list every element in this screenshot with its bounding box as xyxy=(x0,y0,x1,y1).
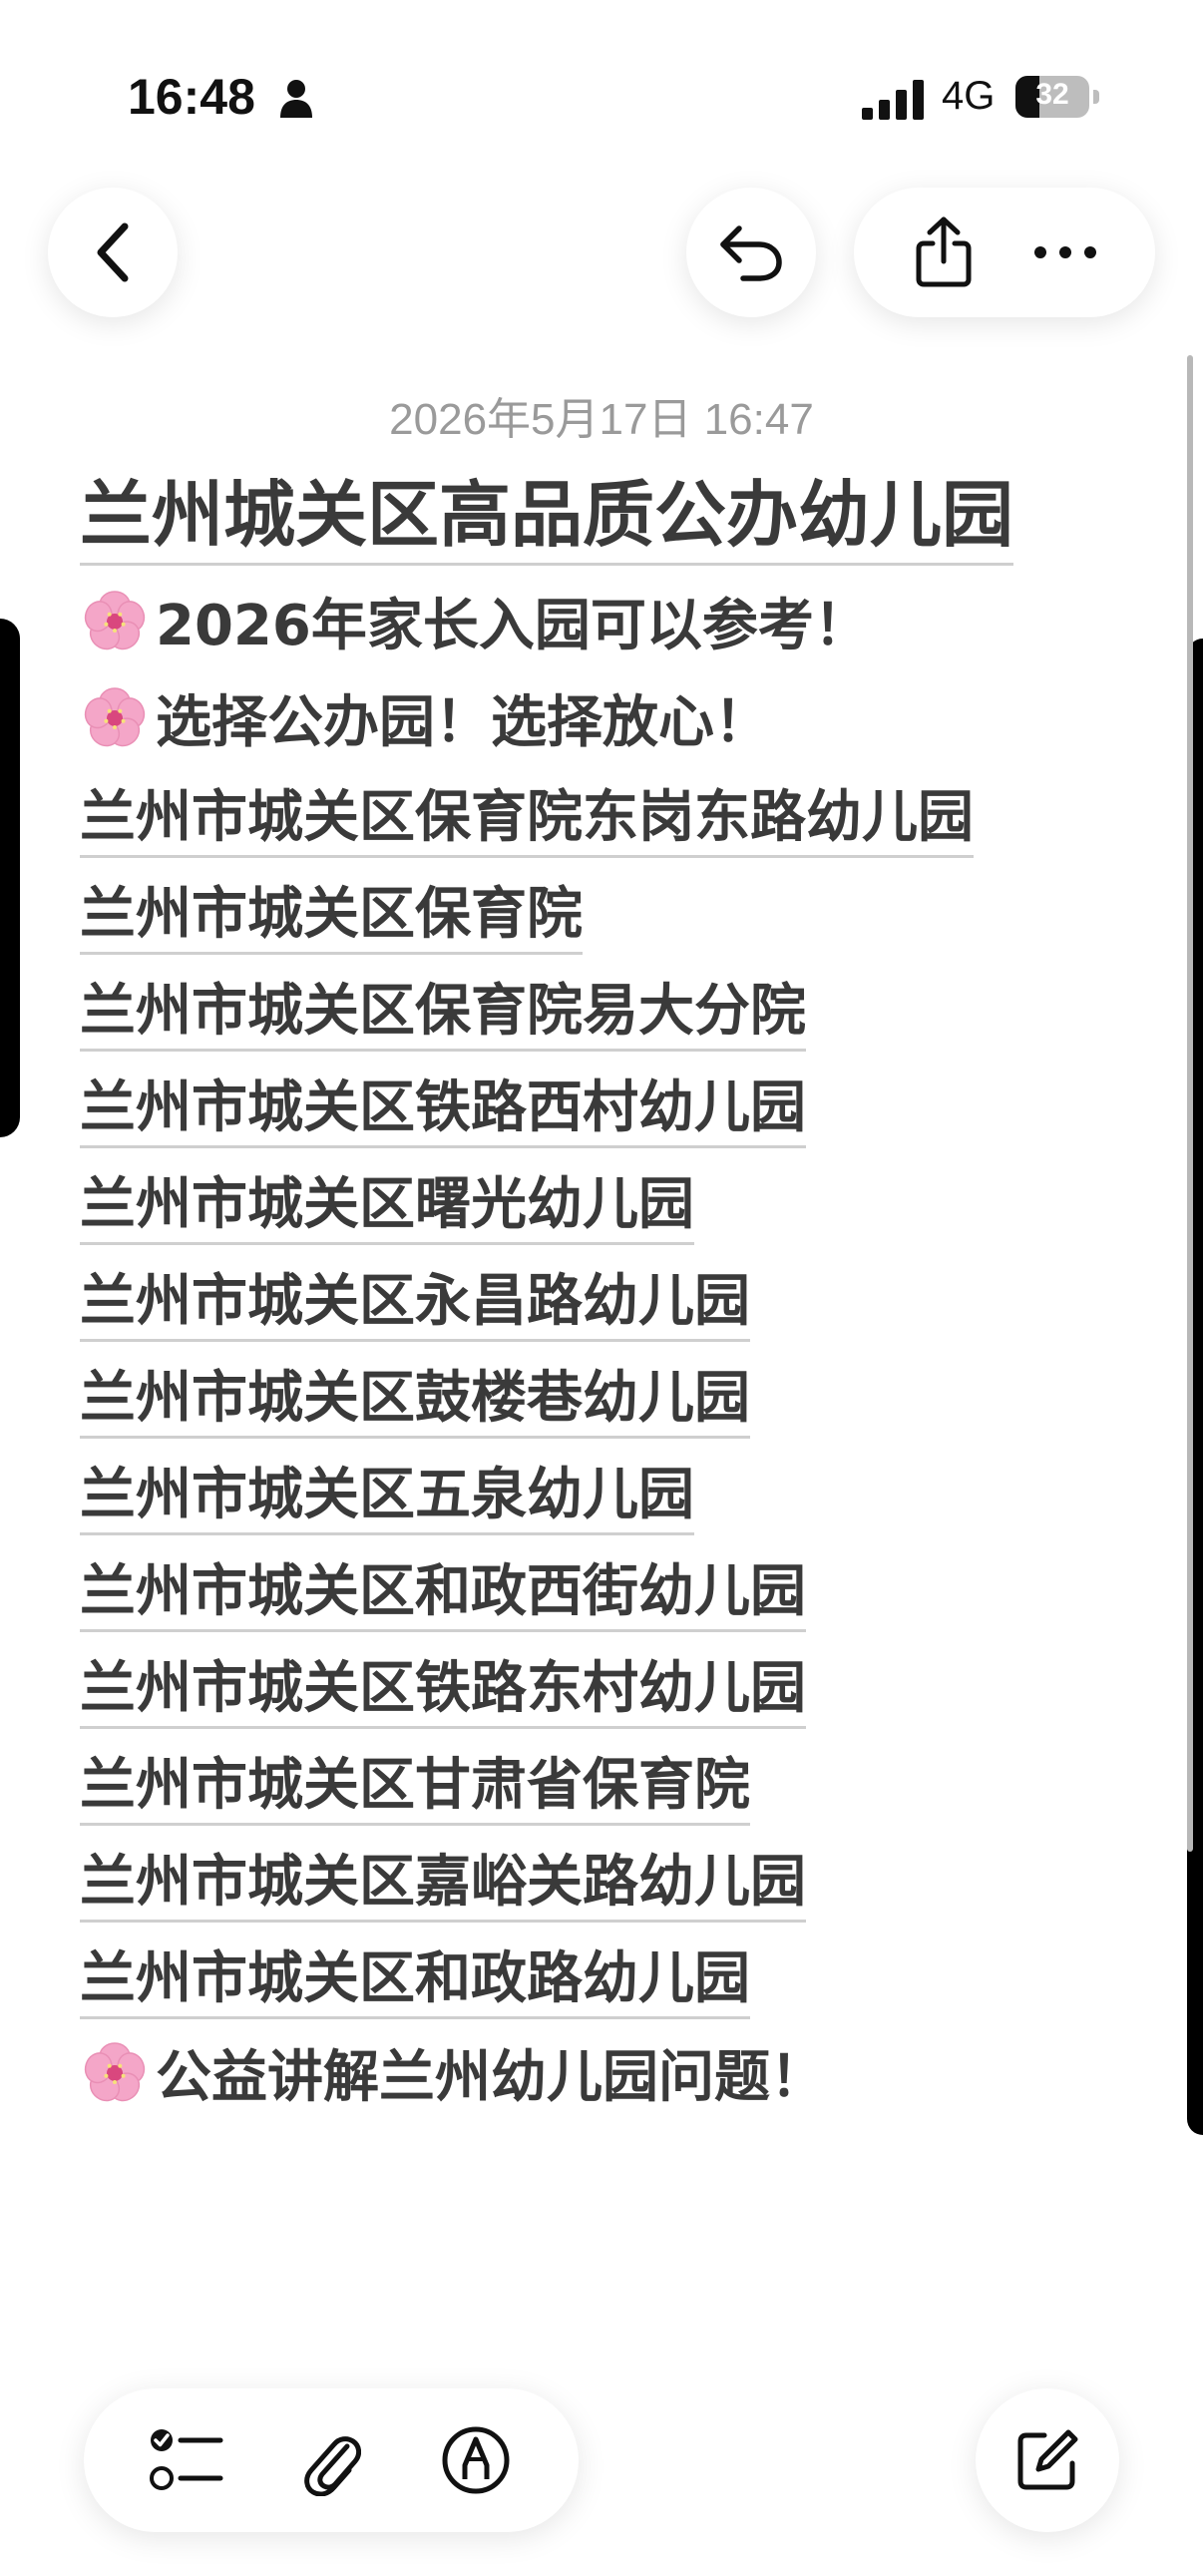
compose-icon xyxy=(1017,2429,1078,2490)
kindergarten-link[interactable]: 兰州市城关区曙光幼儿园 xyxy=(80,1159,694,1245)
note-line[interactable]: 兰州市城关区保育院东岗东路幼儿园 xyxy=(80,766,1157,863)
note-line[interactable]: 兰州市城关区保育院 xyxy=(80,863,1157,960)
note-line-text: 兰州市城关区铁路西村幼儿园 xyxy=(80,1074,806,1140)
note-line[interactable]: 兰州市城关区五泉幼儿园 xyxy=(80,1444,1157,1540)
note-line-text: 兰州市城关区和政路幼儿园 xyxy=(80,1945,750,2011)
cherry-blossom-icon xyxy=(84,686,146,746)
note-line-text: 兰州市城关区甘肃省保育院 xyxy=(80,1752,750,1818)
share-button[interactable] xyxy=(894,203,994,302)
scrollbar[interactable] xyxy=(1187,355,1193,1852)
note-line[interactable]: 2026年家长入园可以参考！ xyxy=(80,573,1157,669)
person-icon xyxy=(280,80,312,118)
note-text: 选择公办园！选择放心！ xyxy=(80,677,770,758)
signal-icon xyxy=(862,80,924,120)
battery-icon: 32 xyxy=(1015,76,1099,118)
note-line[interactable]: 选择公办园！选择放心！ xyxy=(80,669,1157,766)
note-line[interactable]: 兰州市城关区铁路西村幼儿园 xyxy=(80,1057,1157,1153)
more-button[interactable] xyxy=(1015,203,1115,302)
kindergarten-link[interactable]: 兰州市城关区甘肃省保育院 xyxy=(80,1740,750,1826)
status-bar: 16:48 4G 32 xyxy=(0,60,1203,130)
note-line-text: 兰州市城关区嘉峪关路幼儿园 xyxy=(80,1849,806,1915)
note-line-text: 兰州市城关区保育院 xyxy=(80,881,583,947)
checklist-button[interactable] xyxy=(137,2410,236,2510)
network-type: 4G xyxy=(942,74,996,118)
more-icon xyxy=(1034,246,1096,258)
undo-button[interactable] xyxy=(686,188,816,317)
page-edge-left xyxy=(0,619,20,1137)
markup-pen-icon xyxy=(442,2426,510,2494)
note-line[interactable]: 兰州市城关区嘉峪关路幼儿园 xyxy=(80,1831,1157,1928)
note-line[interactable]: 兰州市城关区鼓楼巷幼儿园 xyxy=(80,1347,1157,1444)
kindergarten-link[interactable]: 兰州市城关区保育院易大分院 xyxy=(80,966,806,1052)
note-text: 2026年家长入园可以参考！ xyxy=(80,581,870,661)
kindergarten-link[interactable]: 兰州市城关区和政路幼儿园 xyxy=(80,1933,750,2019)
note-line-text: 兰州市城关区和政西街幼儿园 xyxy=(80,1558,806,1624)
kindergarten-link[interactable]: 兰州市城关区铁路东村幼儿园 xyxy=(80,1643,806,1729)
note-line[interactable]: 兰州市城关区铁路东村幼儿园 xyxy=(80,1637,1157,1734)
cherry-blossom-icon xyxy=(84,2041,146,2101)
kindergarten-link[interactable]: 兰州市城关区保育院 xyxy=(80,869,583,955)
note-line-text: 兰州市城关区鼓楼巷幼儿园 xyxy=(80,1365,750,1431)
note-title[interactable]: 兰州城关区高品质公办幼儿园 xyxy=(80,467,1014,566)
note-line[interactable]: 兰州市城关区曙光幼儿园 xyxy=(80,1153,1157,1250)
note-line[interactable]: 兰州市城关区甘肃省保育院 xyxy=(80,1734,1157,1831)
kindergarten-link[interactable]: 兰州市城关区鼓楼巷幼儿园 xyxy=(80,1353,750,1439)
note-line-text: 公益讲解兰州幼儿园问题！ xyxy=(156,2045,826,2110)
note-line[interactable]: 兰州市城关区和政西街幼儿园 xyxy=(80,1540,1157,1637)
kindergarten-link[interactable]: 兰州市城关区五泉幼儿园 xyxy=(80,1450,694,1535)
note-line-text: 兰州市城关区保育院东岗东路幼儿园 xyxy=(80,784,974,850)
share-icon xyxy=(916,216,972,287)
note-line-text: 2026年家长入园可以参考！ xyxy=(156,594,870,658)
status-time: 16:48 xyxy=(128,69,255,125)
battery-percent: 32 xyxy=(1035,78,1069,111)
note-line[interactable]: 公益讲解兰州幼儿园问题！ xyxy=(80,2024,1157,2121)
note-date: 2026年5月17日 16:47 xyxy=(389,395,814,444)
bottom-toolbar xyxy=(84,2388,579,2532)
note-line[interactable]: 兰州市城关区和政路幼儿园 xyxy=(80,1928,1157,2024)
checklist-icon xyxy=(149,2429,223,2490)
paperclip-icon xyxy=(304,2436,361,2496)
note-line-text: 兰州市城关区保育院易大分院 xyxy=(80,978,806,1044)
kindergarten-link[interactable]: 兰州市城关区永昌路幼儿园 xyxy=(80,1256,750,1342)
note-line[interactable]: 兰州市城关区永昌路幼儿园 xyxy=(80,1250,1157,1347)
chevron-left-icon xyxy=(97,222,129,282)
note-line-text: 兰州市城关区永昌路幼儿园 xyxy=(80,1268,750,1334)
kindergarten-link[interactable]: 兰州市城关区铁路西村幼儿园 xyxy=(80,1063,806,1148)
back-button[interactable] xyxy=(48,188,178,317)
note-line[interactable]: 兰州市城关区保育院易大分院 xyxy=(80,960,1157,1057)
kindergarten-link[interactable]: 兰州市城关区嘉峪关路幼儿园 xyxy=(80,1837,806,1923)
undo-icon xyxy=(720,225,782,281)
kindergarten-link[interactable]: 兰州市城关区和政西街幼儿园 xyxy=(80,1546,806,1632)
cherry-blossom-icon xyxy=(84,590,146,649)
note-line-text: 兰州市城关区五泉幼儿园 xyxy=(80,1462,694,1527)
note-text: 公益讲解兰州幼儿园问题！ xyxy=(80,2032,826,2113)
action-group xyxy=(854,188,1155,317)
kindergarten-link[interactable]: 兰州市城关区保育院东岗东路幼儿园 xyxy=(80,772,974,858)
attachment-button[interactable] xyxy=(281,2410,381,2510)
note-line-text: 兰州市城关区曙光幼儿园 xyxy=(80,1171,694,1237)
compose-button[interactable] xyxy=(976,2388,1119,2532)
note-body[interactable]: 2026年家长入园可以参考！ 选择公办园！选择放心！ 兰州市城关区保育院东岗东路幼儿… xyxy=(80,573,1157,2121)
note-line-text: 兰州市城关区铁路东村幼儿园 xyxy=(80,1655,806,1721)
markup-button[interactable] xyxy=(426,2410,526,2510)
note-line-text: 选择公办园！选择放心！ xyxy=(156,690,770,755)
